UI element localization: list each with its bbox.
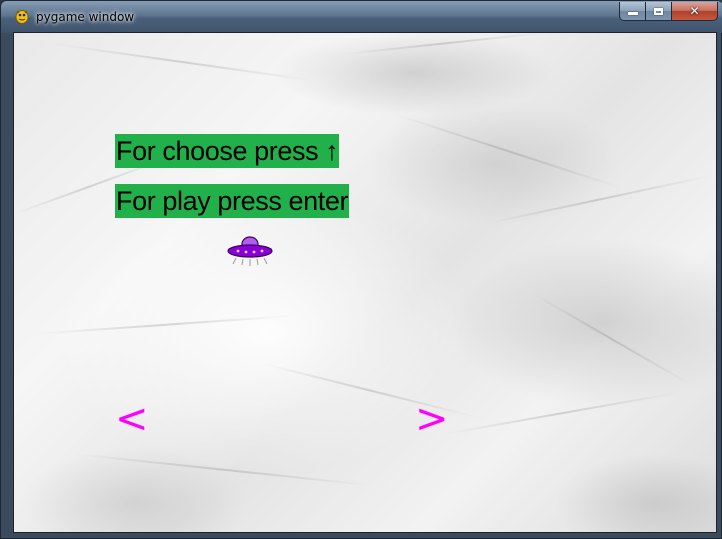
minimize-icon bbox=[620, 2, 645, 20]
window-title: pygame window bbox=[36, 10, 135, 24]
maximize-button[interactable] bbox=[646, 2, 672, 21]
instruction-play: For play press enter bbox=[115, 184, 350, 218]
title-bar[interactable]: pygame window ✕ bbox=[1, 1, 722, 33]
pygame-snake-icon bbox=[15, 10, 29, 24]
maximize-icon bbox=[646, 2, 671, 20]
close-button[interactable]: ✕ bbox=[672, 2, 718, 21]
close-icon: ✕ bbox=[689, 4, 700, 18]
game-canvas[interactable]: For choose press ↑ For play press enter … bbox=[13, 32, 717, 533]
instruction-choose: For choose press ↑ bbox=[115, 134, 340, 168]
minimize-button[interactable] bbox=[619, 2, 646, 21]
previous-arrow[interactable]: < bbox=[115, 399, 149, 439]
window-controls: ✕ bbox=[619, 2, 718, 22]
next-arrow[interactable]: > bbox=[415, 399, 449, 439]
pygame-window: pygame window ✕ For choose press ↑ For p… bbox=[0, 0, 722, 539]
background-window-strip bbox=[1, 33, 13, 533]
ufo-icon[interactable] bbox=[226, 234, 274, 270]
